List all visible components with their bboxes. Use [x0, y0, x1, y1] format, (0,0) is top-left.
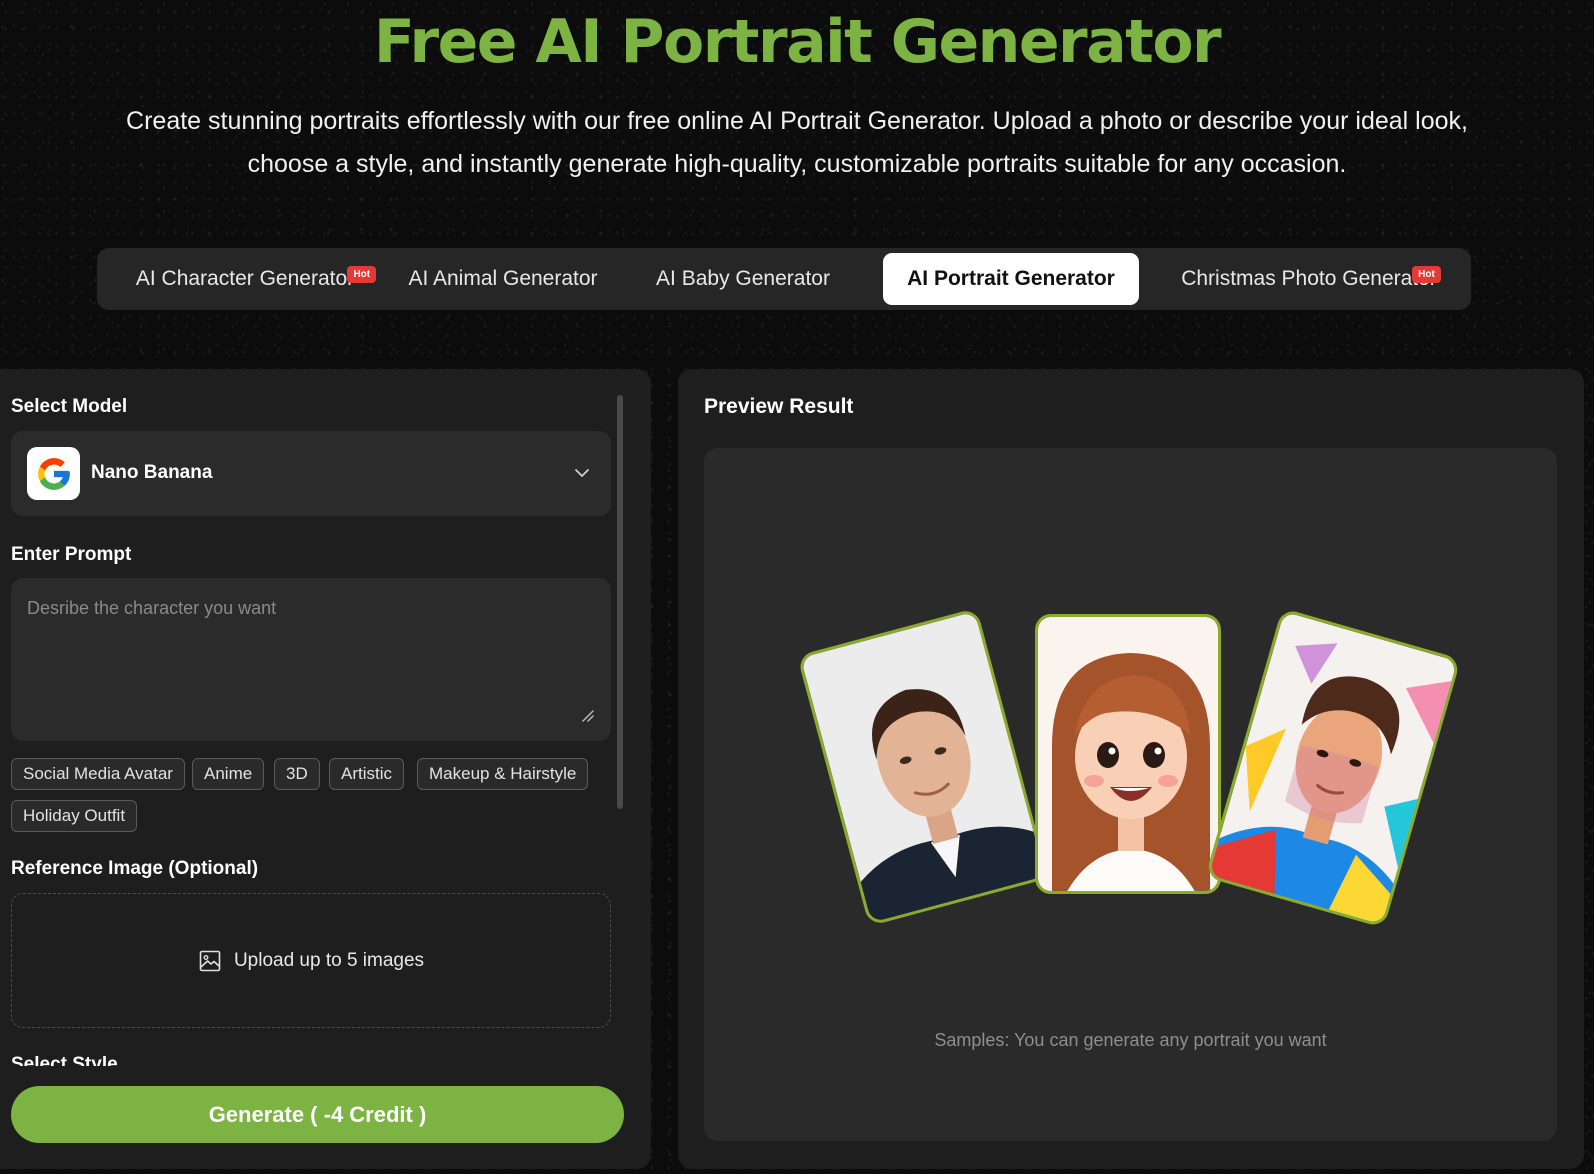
page-subtitle: Create stunning portraits effortlessly w… [126, 107, 1468, 178]
tab-ai-portrait-generator[interactable]: AI Portrait Generator [883, 253, 1139, 305]
samples-note: Samples: You can generate any portrait y… [934, 1030, 1327, 1050]
tab-label: AI Character Generator [135, 267, 355, 290]
enter-prompt-label: Enter Prompt [11, 544, 132, 565]
prompt-chip-anime[interactable]: Anime [192, 758, 265, 790]
generator-tabs: AI Character Generator Hot AI Animal Gene… [97, 248, 1471, 310]
prompt-chip-social-media-avatar[interactable]: Social Media Avatar [11, 758, 185, 790]
preview-result-title: Preview Result [704, 395, 854, 418]
select-model-label: Select Model [11, 396, 128, 417]
prompt-chip-holiday-outfit[interactable]: Holiday Outfit [11, 800, 138, 832]
prompt-chip-makeup-hairstyle[interactable]: Makeup & Hairstyle [417, 758, 589, 790]
generate-button[interactable]: Generate ( -4 Credit ) [11, 1086, 624, 1143]
hot-badge: Hot [1412, 266, 1441, 283]
prompt-input[interactable] [11, 578, 611, 741]
tab-ai-baby-generator[interactable]: AI Baby Generator [643, 253, 843, 305]
tab-ai-animal-generator[interactable]: AI Animal Generator [393, 253, 613, 305]
tab-label: AI Portrait Generator [907, 267, 1115, 290]
model-dropdown[interactable]: Nano Banana [11, 431, 611, 516]
upload-text: Upload up to 5 images [233, 949, 425, 971]
prompt-chip-artistic[interactable]: Artistic [329, 758, 404, 790]
hot-badge: Hot [347, 266, 377, 283]
image-upload-dropzone[interactable]: Upload up to 5 images [11, 893, 611, 1028]
image-icon [199, 950, 221, 971]
tab-label: AI Animal Generator [408, 267, 598, 290]
google-icon [27, 447, 80, 500]
form-scrollbar[interactable] [617, 395, 623, 809]
reference-image-label: Reference Image (Optional) [11, 858, 259, 879]
sample-portrait-cartoon [1035, 614, 1221, 894]
prompt-chip-3d[interactable]: 3D [274, 758, 320, 790]
chevron-down-icon [575, 469, 589, 477]
tab-ai-character-generator[interactable]: AI Character Generator Hot [107, 253, 383, 305]
select-style-label: Select Style [11, 1054, 118, 1066]
resize-handle-icon[interactable] [580, 708, 594, 722]
tab-label: Christmas Photo Generator [1181, 267, 1437, 290]
model-name: Nano Banana [91, 462, 213, 483]
page-title: Free AI Portrait Generator [373, 7, 1222, 77]
tab-label: AI Baby Generator [656, 267, 830, 290]
tab-christmas-photo-generator[interactable]: Christmas Photo Generator Hot [1163, 253, 1455, 305]
